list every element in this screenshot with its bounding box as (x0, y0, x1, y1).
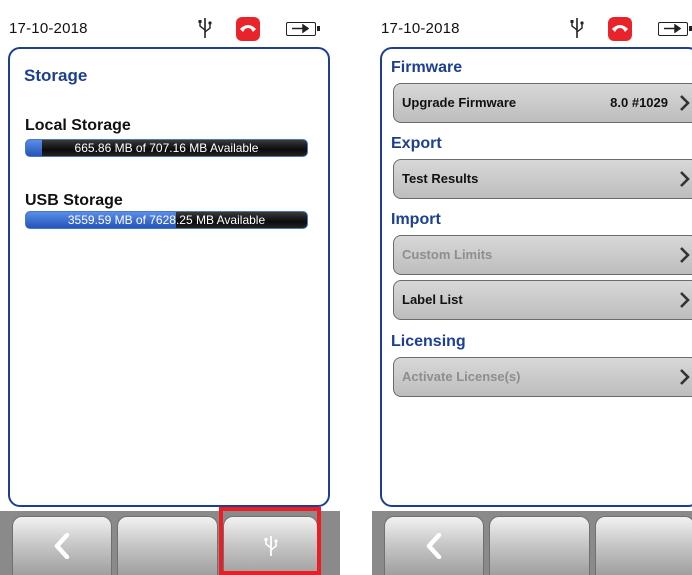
storage-panel: Storage Local Storage 665.86 MB of 707.1… (8, 47, 330, 507)
test-results-label: Test Results (402, 171, 479, 186)
upgrade-firmware-button[interactable]: Upgrade Firmware 8.0 #1029 (393, 83, 692, 123)
local-storage-bar: 665.86 MB of 707.16 MB Available (25, 139, 308, 157)
chevron-right-icon (680, 95, 690, 111)
status-bar: 17-10-2018 (372, 0, 692, 46)
label-list-label: Label List (402, 292, 463, 307)
local-storage-label: Local Storage (25, 117, 131, 134)
activate-license-label: Activate License(s) (402, 369, 521, 384)
label-list-button[interactable]: Label List (393, 280, 692, 320)
chevron-right-icon (680, 369, 690, 385)
chevron-right-icon (680, 171, 690, 187)
storage-screen: 17-10-2018 Storage Local Storage 665.86 … (0, 0, 340, 575)
upgrade-firmware-label: Upgrade Firmware (402, 95, 517, 110)
firmware-version: 8.0 #1029 (610, 95, 668, 110)
section-firmware: Firmware (391, 59, 463, 76)
usb-storage-text: 3559.59 MB of 7628.25 MB Available (67, 213, 266, 227)
usb-storage-label: USB Storage (25, 192, 123, 209)
back-button[interactable] (12, 516, 112, 575)
status-date: 17-10-2018 (381, 20, 460, 37)
usb-menu-panel: Firmware Upgrade Firmware 8.0 #1029 Expo… (380, 47, 692, 507)
custom-limits-label: Custom Limits (402, 247, 493, 262)
status-date: 17-10-2018 (9, 20, 88, 37)
chevron-right-icon (680, 292, 690, 308)
activate-license-button[interactable]: Activate License(s) (393, 357, 692, 397)
section-licensing: Licensing (391, 333, 466, 350)
custom-limits-button[interactable]: Custom Limits (393, 235, 692, 275)
page-title: Storage (24, 66, 88, 85)
blank-nav-button-right[interactable] (595, 516, 692, 575)
usb-status-icon (198, 18, 212, 38)
usb-menu-screen: 17-10-2018 Firmware Upgrade Firmware 8.0… (372, 0, 692, 575)
blank-nav-button[interactable] (489, 516, 590, 575)
chevron-left-icon (426, 533, 442, 559)
section-import: Import (391, 211, 441, 228)
phone-icon (236, 17, 260, 41)
usb-status-icon (570, 18, 584, 38)
battery-icon (286, 22, 320, 36)
chevron-right-icon (680, 247, 690, 263)
blank-nav-button[interactable] (117, 516, 218, 575)
test-results-button[interactable]: Test Results (393, 159, 692, 199)
usb-button-highlight (219, 507, 321, 575)
usb-storage-bar: 3559.59 MB of 7628.25 MB Available (25, 211, 308, 229)
back-button[interactable] (384, 516, 484, 575)
section-export: Export (391, 135, 442, 152)
local-storage-text: 665.86 MB of 707.16 MB Available (74, 141, 259, 155)
phone-icon (608, 17, 632, 41)
bottom-nav (372, 511, 692, 575)
status-bar: 17-10-2018 (0, 0, 340, 46)
chevron-left-icon (54, 533, 70, 559)
battery-icon (658, 22, 692, 36)
